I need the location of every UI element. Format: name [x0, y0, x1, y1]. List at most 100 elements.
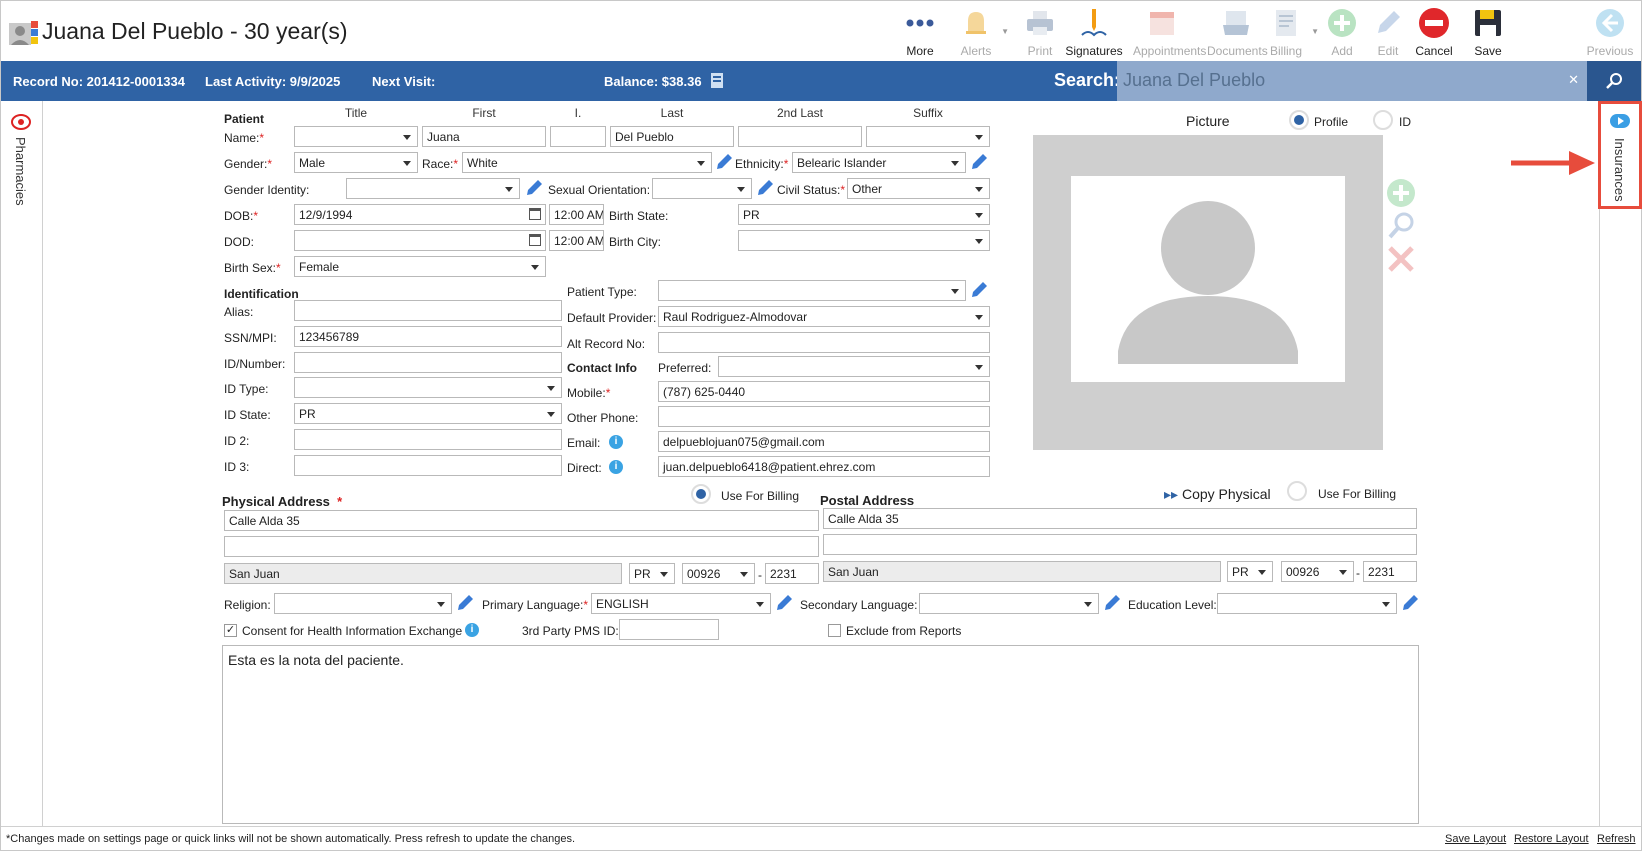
previous-button[interactable]: Previous	[1581, 5, 1639, 59]
consent-checkbox[interactable]: ✓	[224, 624, 237, 637]
page-title: Juana Del Pueblo - 30 year(s)	[42, 18, 348, 44]
billing-button[interactable]: Billing ▼	[1257, 5, 1319, 59]
dod-field[interactable]	[294, 230, 546, 251]
patient-section-title: Patient	[224, 112, 265, 126]
zoom-picture-icon[interactable]	[1386, 211, 1416, 241]
save-button[interactable]: Save	[1459, 5, 1517, 59]
more-button[interactable]: More	[891, 5, 949, 59]
insurances-tab[interactable]: Insurances	[1598, 101, 1642, 209]
postal-use-billing-radio[interactable]	[1287, 481, 1307, 501]
alt-record-field[interactable]	[658, 332, 990, 353]
gender-select[interactable]: Male	[294, 152, 418, 173]
other-phone-field[interactable]	[658, 406, 990, 427]
birth-city-select[interactable]	[738, 230, 990, 251]
dob-time-field[interactable]: 12:00 AM	[549, 204, 604, 225]
preferred-select[interactable]	[718, 356, 990, 377]
name-label: Name:*	[224, 131, 265, 145]
consent-info-icon[interactable]: i	[465, 623, 479, 637]
pharmacies-tab[interactable]: Pharmacies	[9, 111, 31, 251]
mobile-field[interactable]: (787) 625-0440	[658, 381, 990, 402]
id-state-select[interactable]: PR	[294, 403, 562, 424]
pms-id-field[interactable]	[619, 619, 719, 640]
id-number-field[interactable]	[294, 352, 562, 373]
first-name-field[interactable]: Juana	[422, 126, 546, 147]
appointments-button[interactable]: Appointments	[1133, 5, 1206, 59]
education-level-select[interactable]	[1217, 593, 1397, 614]
calendar-icon[interactable]	[529, 234, 541, 246]
postal-state-select[interactable]: PR	[1227, 561, 1273, 582]
physical-city-field[interactable]: San Juan	[224, 563, 622, 584]
title-select[interactable]	[294, 126, 418, 147]
race-select[interactable]: White	[462, 152, 712, 173]
dob-field[interactable]: 12/9/1994	[294, 204, 546, 225]
email-info-icon[interactable]: i	[609, 435, 623, 449]
sexual-orientation-select[interactable]	[652, 178, 752, 199]
primary-language-select[interactable]: ENGLISH	[591, 593, 771, 614]
save-layout-link[interactable]: Save Layout	[1445, 833, 1506, 845]
physical-state-select[interactable]: PR	[629, 563, 675, 584]
physical-line1-field[interactable]: Calle Alda 35	[224, 510, 819, 531]
birth-sex-label: Birth Sex:*	[224, 261, 281, 275]
edit-ethnicity-pencil-icon[interactable]	[970, 153, 988, 171]
edit-patient-type-pencil-icon[interactable]	[970, 281, 988, 299]
alias-field[interactable]	[294, 300, 562, 321]
ethnicity-select[interactable]: Belearic Islander	[792, 152, 966, 173]
default-provider-select[interactable]: Raul Rodriguez-Almodovar	[658, 306, 990, 327]
balance-detail-icon[interactable]	[709, 71, 725, 89]
add-picture-icon[interactable]	[1386, 178, 1416, 208]
secondary-language-select[interactable]	[919, 593, 1099, 614]
delete-picture-icon[interactable]	[1386, 244, 1416, 274]
religion-select[interactable]	[274, 593, 452, 614]
postal-line2-field[interactable]	[823, 534, 1417, 555]
patient-notes-textarea[interactable]: Esta es la nota del paciente.	[222, 645, 1419, 824]
postal-line1-field[interactable]: Calle Alda 35	[823, 508, 1417, 529]
suffix-select[interactable]	[866, 126, 990, 147]
id-radio[interactable]	[1373, 110, 1393, 130]
edit-secondary-language-pencil-icon[interactable]	[1103, 594, 1121, 612]
physical-zip-select[interactable]: 00926	[682, 563, 755, 584]
edit-primary-language-pencil-icon[interactable]	[775, 594, 793, 612]
postal-city-field[interactable]: San Juan	[823, 561, 1221, 582]
email-field[interactable]: delpueblojuan075@gmail.com	[658, 431, 990, 452]
edit-sexual-orientation-pencil-icon[interactable]	[756, 179, 774, 197]
edit-religion-pencil-icon[interactable]	[456, 594, 474, 612]
physical-use-billing-radio[interactable]	[691, 484, 711, 504]
calendar-icon[interactable]	[529, 208, 541, 220]
id3-field[interactable]	[294, 455, 562, 476]
initial-field[interactable]	[550, 126, 606, 147]
edit-education-level-pencil-icon[interactable]	[1401, 594, 1419, 612]
edit-gender-identity-pencil-icon[interactable]	[525, 179, 543, 197]
exclude-reports-checkbox[interactable]	[828, 624, 841, 637]
patient-type-select[interactable]	[658, 280, 966, 301]
clear-search-icon[interactable]: ✕	[1568, 72, 1579, 88]
ssn-field[interactable]: 123456789	[294, 326, 562, 347]
edit-race-pencil-icon[interactable]	[715, 153, 733, 171]
last-name-field[interactable]: Del Pueblo	[610, 126, 734, 147]
restore-layout-link[interactable]: Restore Layout	[1514, 833, 1589, 845]
col-first: First	[472, 106, 496, 120]
copy-physical-link[interactable]: ▸▸ Copy Physical	[1164, 486, 1271, 503]
second-last-name-field[interactable]	[738, 126, 862, 147]
birth-sex-select[interactable]: Female	[294, 256, 546, 277]
dod-time-field[interactable]: 12:00 AM	[549, 230, 604, 251]
alerts-button[interactable]: Alerts ▼	[947, 5, 1009, 59]
gender-identity-select[interactable]	[346, 178, 520, 199]
refresh-link[interactable]: Refresh	[1597, 833, 1636, 845]
postal-zip4-field[interactable]: 2231	[1363, 561, 1417, 582]
header: Juana Del Pueblo - 30 year(s) More Alert…	[1, 1, 1641, 61]
direct-field[interactable]: juan.delpueblo6418@patient.ehrez.com	[658, 456, 990, 477]
search-button[interactable]	[1587, 61, 1641, 101]
id-type-select[interactable]	[294, 377, 562, 398]
cancel-button[interactable]: Cancel	[1405, 5, 1463, 59]
search-input[interactable]: Juana Del Pueblo ✕	[1117, 61, 1587, 101]
direct-info-icon[interactable]: i	[609, 460, 623, 474]
signatures-button[interactable]: Signatures	[1065, 5, 1123, 59]
print-button[interactable]: Print	[1011, 5, 1069, 59]
profile-radio[interactable]	[1289, 110, 1309, 130]
postal-zip-select[interactable]: 00926	[1281, 561, 1354, 582]
civil-status-select[interactable]: Other	[847, 178, 990, 199]
id2-field[interactable]	[294, 429, 562, 450]
physical-zip4-field[interactable]: 2231	[765, 563, 819, 584]
physical-line2-field[interactable]	[224, 536, 819, 557]
birth-state-select[interactable]: PR	[738, 204, 990, 225]
